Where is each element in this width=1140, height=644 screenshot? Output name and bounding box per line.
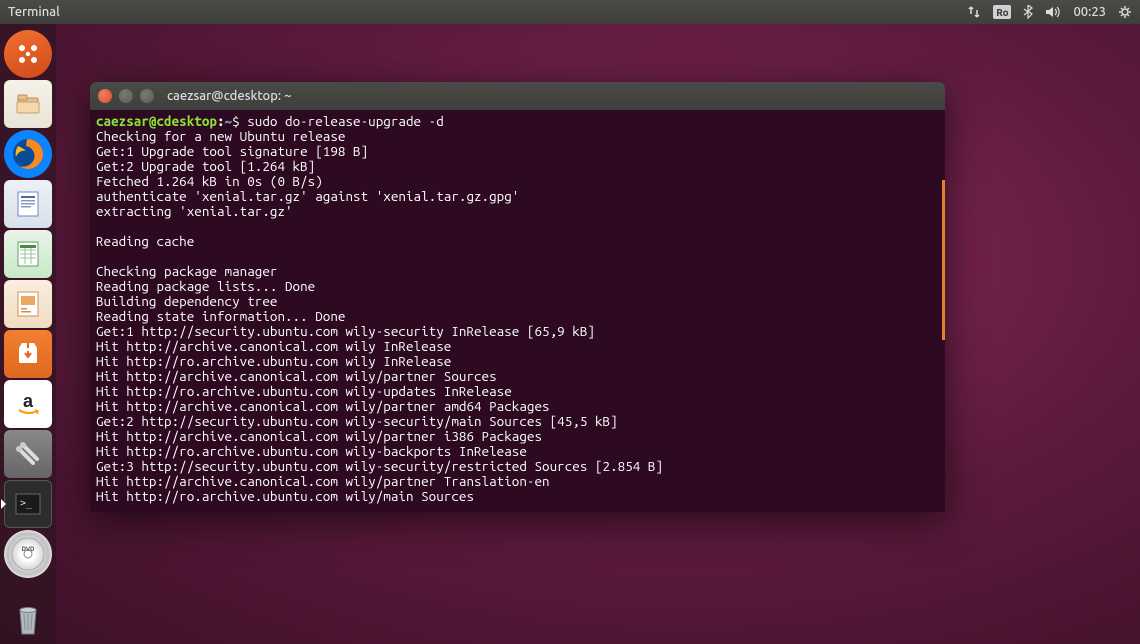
prompt-symbol: $ (232, 113, 240, 129)
power-gear-icon[interactable] (1118, 5, 1132, 19)
launcher-calc[interactable] (4, 230, 52, 278)
svg-text:a: a (23, 391, 34, 411)
command-text: sudo do-release-upgrade -d (247, 113, 444, 129)
launcher-terminal[interactable]: >_ (4, 480, 52, 528)
terminal-output: Checking for a new Ubuntu release Get:1 … (96, 128, 663, 504)
prompt-user-host: caezsar@cdesktop (96, 113, 217, 129)
network-icon[interactable] (967, 5, 981, 19)
scrollbar-thumb[interactable] (942, 180, 945, 340)
volume-icon[interactable] (1045, 5, 1061, 19)
launcher-files[interactable] (4, 80, 52, 128)
prompt-path: ~ (225, 113, 233, 129)
window-title: caezsar@cdesktop: ~ (167, 89, 292, 103)
launcher-amazon[interactable]: a (4, 380, 52, 428)
window-titlebar[interactable]: caezsar@cdesktop: ~ (90, 82, 945, 110)
window-maximize-button[interactable] (140, 89, 154, 103)
window-minimize-button[interactable] (119, 89, 133, 103)
panel-app-title[interactable]: Terminal (8, 5, 60, 19)
svg-text:DVD: DVD (22, 546, 35, 553)
window-close-button[interactable] (98, 89, 112, 103)
terminal-window[interactable]: caezsar@cdesktop: ~ caezsar@cdesktop:~$ … (90, 82, 945, 512)
launcher-writer[interactable] (4, 180, 52, 228)
launcher-dash[interactable] (4, 30, 52, 78)
launcher-trash[interactable] (4, 596, 52, 644)
keyboard-layout-indicator[interactable]: Ro (993, 5, 1011, 19)
launcher-dvd[interactable]: DVD (4, 530, 52, 578)
system-indicators: Ro 00:23 (967, 5, 1132, 19)
launcher-software[interactable] (4, 330, 52, 378)
terminal-body[interactable]: caezsar@cdesktop:~$ sudo do-release-upgr… (90, 110, 945, 508)
launcher-firefox[interactable] (4, 130, 52, 178)
top-panel: Terminal Ro 00:23 (0, 0, 1140, 24)
clock[interactable]: 00:23 (1073, 5, 1106, 19)
launcher-impress[interactable] (4, 280, 52, 328)
svg-text:>_: >_ (20, 498, 33, 509)
launcher-settings[interactable] (4, 430, 52, 478)
bluetooth-icon[interactable] (1023, 5, 1033, 19)
unity-launcher: a >_ DVD (0, 24, 56, 644)
